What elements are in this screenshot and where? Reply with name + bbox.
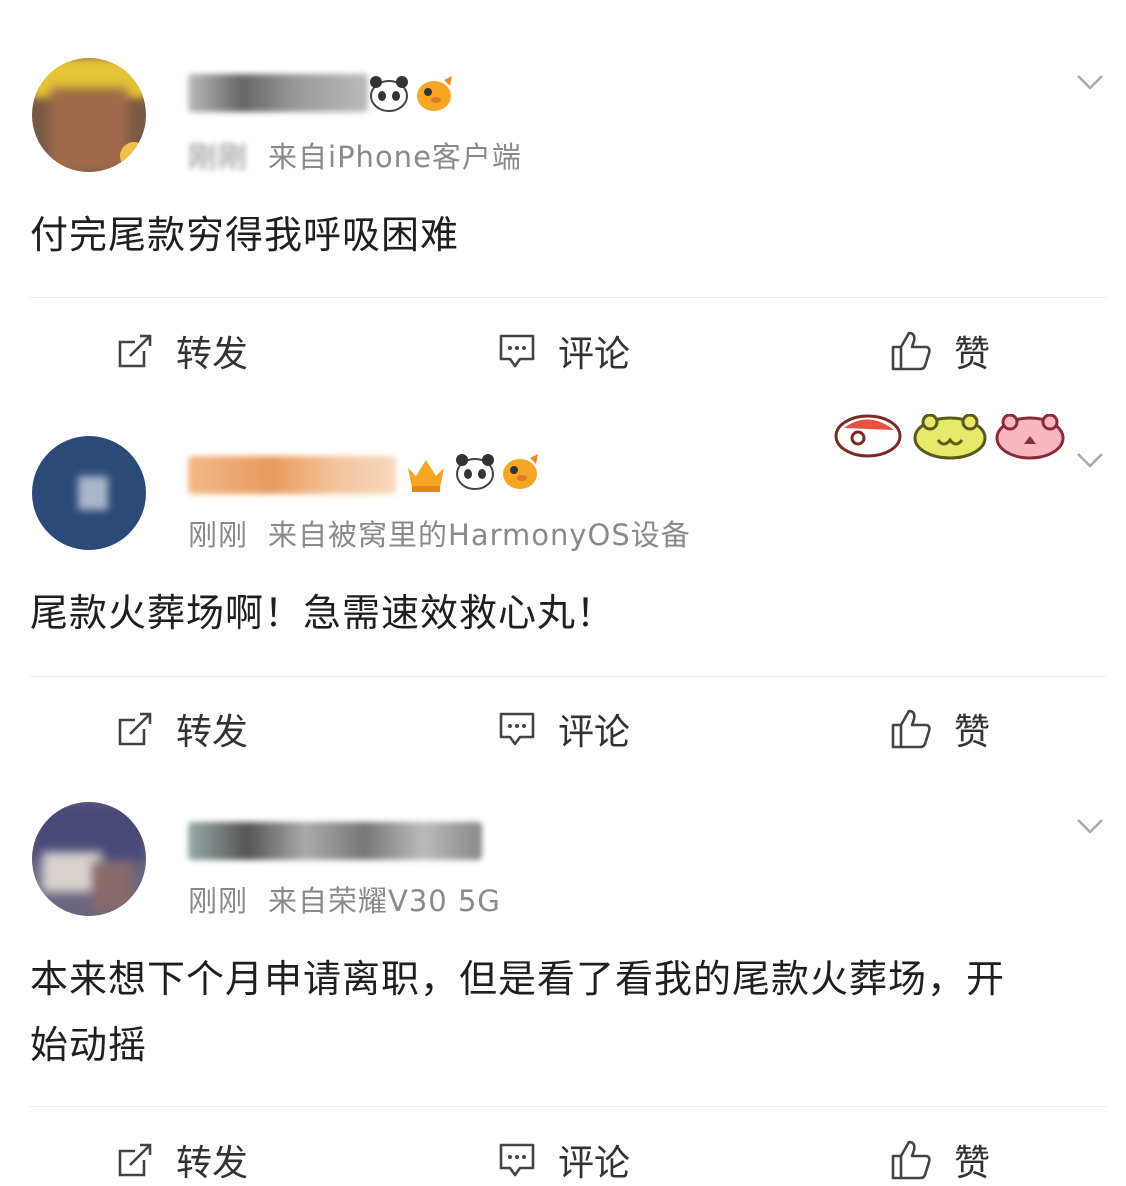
crown-badge-icon: [404, 454, 448, 498]
post-time: 刚刚: [188, 518, 249, 552]
post-content: 本来想下个月申请离职，但是看了看我的尾款火葬场，开始动摇: [30, 957, 1006, 1067]
like-label: 赞: [954, 334, 991, 375]
repost-button[interactable]: 转发: [116, 703, 248, 755]
like-button[interactable]: 赞: [890, 703, 990, 755]
sticker-icon-3: [994, 413, 1066, 464]
like-button[interactable]: 赞: [890, 325, 990, 377]
avatar[interactable]: [32, 58, 146, 172]
post-time: 刚刚: [188, 884, 249, 918]
panda-badge-icon: [454, 454, 496, 494]
post-content: 尾款火葬场啊！急需速效救心丸！: [30, 591, 616, 635]
fish-badge-icon: [414, 74, 456, 118]
avatar[interactable]: [32, 436, 146, 550]
post-source[interactable]: 来自iPhone客户端: [268, 140, 522, 174]
thumbs-up-icon: [891, 1140, 931, 1180]
chevron-down-icon[interactable]: [1074, 66, 1106, 98]
post-source[interactable]: 来自荣耀V30 5G: [268, 884, 501, 918]
panda-badge-icon: [368, 76, 410, 116]
comment-icon: [499, 334, 535, 368]
divider: [30, 676, 1106, 677]
comment-label: 评论: [558, 334, 631, 375]
repost-label: 转发: [176, 1143, 249, 1184]
repost-label: 转发: [176, 334, 249, 375]
repost-icon: [118, 334, 152, 368]
post-time: 刚刚: [188, 140, 249, 174]
repost-button[interactable]: 转发: [116, 325, 248, 377]
repost-icon: [118, 712, 152, 746]
comment-button[interactable]: 评论: [498, 325, 630, 377]
like-label: 赞: [954, 712, 991, 753]
post-meta: 刚刚 来自被窝里的HarmonyOS设备: [188, 512, 691, 554]
comment-button[interactable]: 评论: [498, 703, 630, 755]
thumbs-up-icon: [891, 709, 931, 749]
thumbs-up-icon: [891, 331, 931, 371]
comment-label: 评论: [558, 712, 631, 753]
fish-badge-icon: [500, 452, 542, 496]
divider: [30, 1106, 1106, 1107]
comment-label: 评论: [558, 1143, 631, 1184]
repost-icon: [118, 1143, 152, 1177]
post-content: 付完尾款穷得我呼吸困难: [30, 213, 460, 257]
sticker-icon-2: [912, 413, 988, 464]
username-blurred[interactable]: [188, 456, 396, 494]
username-blurred[interactable]: [188, 74, 368, 112]
chevron-down-icon[interactable]: [1074, 444, 1106, 476]
like-label: 赞: [954, 1143, 991, 1184]
chevron-down-icon[interactable]: [1074, 810, 1106, 842]
post-meta: 刚刚 来自荣耀V30 5G: [188, 878, 501, 920]
post-meta: 刚刚 来自iPhone客户端: [188, 134, 522, 176]
post-source[interactable]: 来自被窝里的HarmonyOS设备: [268, 518, 691, 552]
comment-button[interactable]: 评论: [498, 1134, 630, 1186]
comment-icon: [499, 712, 535, 746]
repost-label: 转发: [176, 712, 249, 753]
comment-icon: [499, 1143, 535, 1177]
divider: [30, 297, 1106, 298]
username-blurred[interactable]: [188, 822, 482, 860]
avatar[interactable]: [32, 802, 146, 916]
repost-button[interactable]: 转发: [116, 1134, 248, 1186]
like-button[interactable]: 赞: [890, 1134, 990, 1186]
sticker-icon-1: [834, 414, 902, 462]
